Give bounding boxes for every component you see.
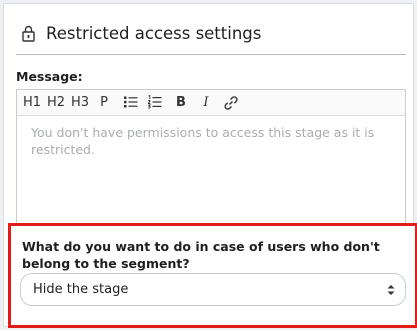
link-icon bbox=[224, 96, 238, 110]
lock-icon bbox=[22, 25, 35, 42]
paragraph-button[interactable]: P bbox=[97, 90, 111, 116]
heading2-button[interactable]: H2 bbox=[46, 90, 66, 116]
select-value: Hide the stage bbox=[33, 282, 129, 297]
bulleted-list-icon bbox=[124, 96, 138, 108]
bold-button[interactable]: B bbox=[174, 90, 188, 116]
message-editor[interactable]: H1 H2 H3 P B I You don't have permission… bbox=[16, 89, 406, 241]
heading3-button[interactable]: H3 bbox=[70, 90, 90, 116]
section-header: Restricted access settings bbox=[16, 22, 406, 55]
fallback-question-label: What do you want to do in case of users … bbox=[22, 239, 380, 271]
heading1-button[interactable]: H1 bbox=[22, 90, 42, 116]
fallback-section-highlight: What do you want to do in case of users … bbox=[8, 223, 417, 328]
bulleted-list-button[interactable] bbox=[123, 90, 139, 116]
message-label: Message: bbox=[16, 69, 83, 84]
page-title: Restricted access settings bbox=[46, 24, 262, 43]
numbered-list-icon bbox=[147, 94, 162, 109]
numbered-list-button[interactable] bbox=[147, 90, 163, 116]
message-placeholder[interactable]: You don't have permissions to access thi… bbox=[31, 124, 391, 158]
chevron-updown-icon bbox=[387, 285, 395, 295]
restricted-access-panel: Restricted access settings Message: H1 H… bbox=[3, 3, 417, 328]
italic-button[interactable]: I bbox=[199, 90, 213, 116]
fallback-action-select[interactable]: Hide the stage bbox=[20, 273, 406, 306]
link-button[interactable] bbox=[222, 90, 240, 116]
editor-toolbar: H1 H2 H3 P B I bbox=[17, 90, 405, 116]
